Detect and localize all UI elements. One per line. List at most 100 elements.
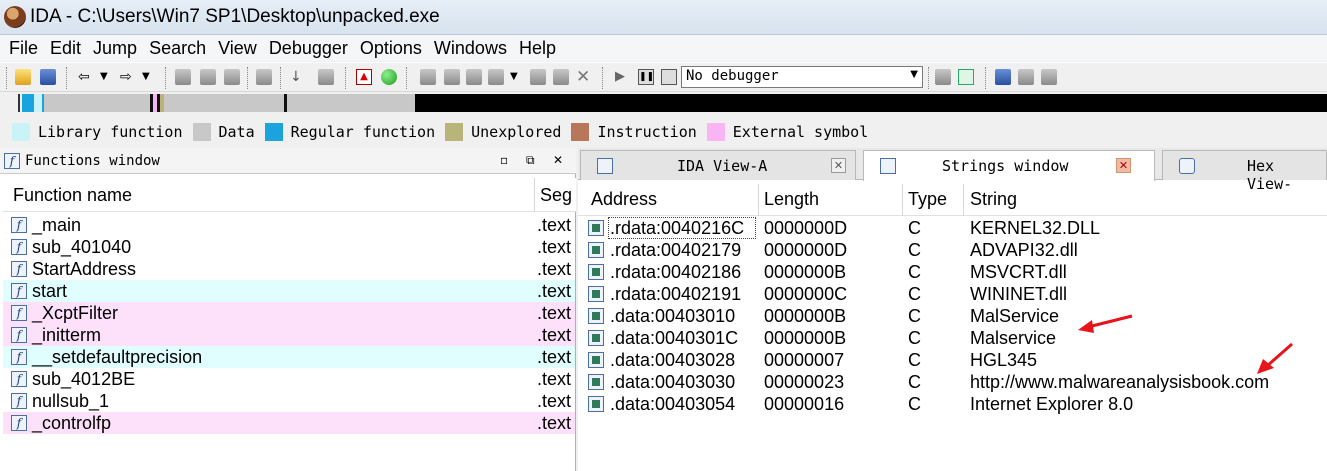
chevron-down-icon[interactable]: ▼ <box>910 69 918 80</box>
column-divider[interactable] <box>534 178 535 212</box>
graph-icon-2[interactable] <box>444 69 460 85</box>
debugger-options-icon[interactable] <box>935 69 951 85</box>
graph-icon-4[interactable] <box>488 69 504 85</box>
play-icon[interactable]: ▶ <box>615 69 631 85</box>
menu-debugger[interactable]: Debugger <box>264 38 353 59</box>
function-row[interactable]: f sub_4012BE .text <box>3 368 575 390</box>
function-segment: .text <box>537 215 572 235</box>
green-status-icon[interactable] <box>381 69 397 85</box>
function-row[interactable]: f nullsub_1 .text <box>3 390 575 412</box>
function-row[interactable]: f _XcptFilter .text <box>3 302 575 324</box>
close-x-icon[interactable]: ✕ <box>576 69 592 86</box>
open-folder-icon[interactable] <box>15 69 31 85</box>
string-row[interactable]: .rdata:00402186 0000000B C MSVCRT.dll <box>578 261 1327 283</box>
toolbar-grip[interactable] <box>6 67 8 89</box>
run-to-cursor-icon[interactable] <box>958 69 974 85</box>
string-row[interactable]: .data:00403028 00000007 C HGL345 <box>578 349 1327 371</box>
tab-ida-view-a[interactable]: IDA View-A ✕ <box>580 150 856 180</box>
function-row[interactable]: f StartAddress .text <box>3 258 575 280</box>
function-row[interactable]: f _main .text <box>3 214 575 236</box>
legend-swatch <box>571 123 590 141</box>
restore-icon[interactable]: ⧉ <box>526 153 535 168</box>
menu-jump[interactable]: Jump <box>88 38 142 59</box>
menu-file[interactable]: File <box>4 38 43 59</box>
function-row[interactable]: f start .text <box>3 280 575 302</box>
string-icon <box>588 286 604 302</box>
legend-swatch <box>264 123 283 141</box>
menu-windows[interactable]: Windows <box>429 38 512 59</box>
function-row[interactable]: f __setdefaultprecision .text <box>3 346 575 368</box>
graph-icon-5[interactable] <box>530 69 546 85</box>
jump-icon[interactable] <box>256 69 272 85</box>
toolbar-separator <box>928 67 930 89</box>
column-length[interactable]: Length <box>764 189 819 210</box>
close-icon[interactable]: ✕ <box>553 153 563 167</box>
minimize-icon[interactable]: ▫ <box>500 153 508 167</box>
string-icon <box>588 264 604 280</box>
function-name: _initterm <box>32 325 102 345</box>
graph-icon-6[interactable] <box>553 69 569 85</box>
ida-app-icon[interactable] <box>4 6 26 28</box>
binary-search-icon[interactable] <box>175 69 191 85</box>
pause-icon[interactable]: ❚❚ <box>638 69 654 85</box>
text-search-icon[interactable] <box>200 69 216 85</box>
string-row[interactable]: .data:00403054 00000016 C Internet Explo… <box>578 393 1327 415</box>
graph-dropdown-icon[interactable]: ▼ <box>510 69 526 85</box>
legend-swatch <box>445 123 464 141</box>
tab-hex-view[interactable]: Hex View- <box>1162 150 1327 193</box>
plugins-icon[interactable] <box>1041 69 1057 85</box>
string-row[interactable]: .data:0040301C 0000000B C Malservice <box>578 327 1327 349</box>
graph-icon-3[interactable] <box>466 69 482 85</box>
column-type[interactable]: Type <box>908 189 947 210</box>
menu-help[interactable]: Help <box>514 38 561 59</box>
back-dropdown-icon[interactable]: ▼ <box>100 69 116 85</box>
function-icon: f <box>4 153 20 169</box>
legend-library-function: Library function <box>12 123 183 141</box>
string-row[interactable]: .rdata:0040216C 0000000D C KERNEL32.DLL <box>578 217 1327 239</box>
window-title: IDA - C:\Users\Win7 SP1\Desktop\unpacked… <box>30 6 440 27</box>
breakpoint-warning-icon[interactable]: ▲ <box>356 69 372 85</box>
toolbar-separator <box>66 67 68 89</box>
functions-window-titlebar[interactable]: f Functions window ▫ ⧉ ✕ <box>0 148 576 174</box>
function-name: start <box>32 281 68 301</box>
column-function-name[interactable]: Function name <box>13 185 132 206</box>
debugger-select[interactable]: No debugger ▼ <box>681 66 923 88</box>
string-row[interactable]: .rdata:00402179 0000000D C ADVAPI32.dll <box>578 239 1327 261</box>
menu-options[interactable]: Options <box>355 38 427 59</box>
back-arrow-icon[interactable]: ⇦ <box>78 69 94 85</box>
string-row[interactable]: .data:00403030 00000023 C http://www.mal… <box>578 371 1327 393</box>
close-icon[interactable]: ✕ <box>831 158 846 173</box>
column-address[interactable]: Address <box>591 189 657 210</box>
string-row[interactable]: .rdata:00402191 0000000C C WININET.dll <box>578 283 1327 305</box>
forward-arrow-icon[interactable]: ⇨ <box>120 69 136 85</box>
menu-view[interactable]: View <box>213 38 262 59</box>
immediate-search-icon[interactable] <box>224 69 240 85</box>
nav-data-segment <box>164 94 284 112</box>
tab-strings-window[interactable]: Strings window ✕ <box>863 150 1155 181</box>
menu-edit[interactable]: Edit <box>45 38 86 59</box>
column-divider[interactable] <box>758 184 759 216</box>
forward-dropdown-icon[interactable]: ▼ <box>142 69 158 85</box>
close-icon[interactable]: ✕ <box>1116 158 1131 173</box>
column-divider[interactable] <box>963 184 964 216</box>
stop-icon[interactable] <box>661 69 677 85</box>
function-row[interactable]: f sub_401040 .text <box>3 236 575 258</box>
legend-swatch <box>12 123 30 141</box>
segments-icon[interactable] <box>995 69 1011 85</box>
structures-icon[interactable] <box>1018 69 1034 85</box>
menu-search[interactable]: Search <box>144 38 211 59</box>
nav-regular-segment <box>22 94 34 112</box>
navigation-band[interactable] <box>0 92 1327 114</box>
column-segment[interactable]: Seg <box>540 185 572 206</box>
string-row[interactable]: .data:00403010 0000000B C MalService <box>578 305 1327 327</box>
down-arrow-icon[interactable]: ↓ <box>290 69 306 85</box>
function-row[interactable]: f _controlfp .text <box>3 412 575 434</box>
function-row[interactable]: f _initterm .text <box>3 324 575 346</box>
toolbar-separator <box>165 67 167 89</box>
column-string[interactable]: String <box>970 189 1017 210</box>
function-segment: .text <box>537 413 572 433</box>
column-divider[interactable] <box>902 184 903 216</box>
save-disk-icon[interactable] <box>40 69 56 85</box>
analysis-icon[interactable] <box>318 69 334 85</box>
graph-icon-1[interactable] <box>420 69 436 85</box>
